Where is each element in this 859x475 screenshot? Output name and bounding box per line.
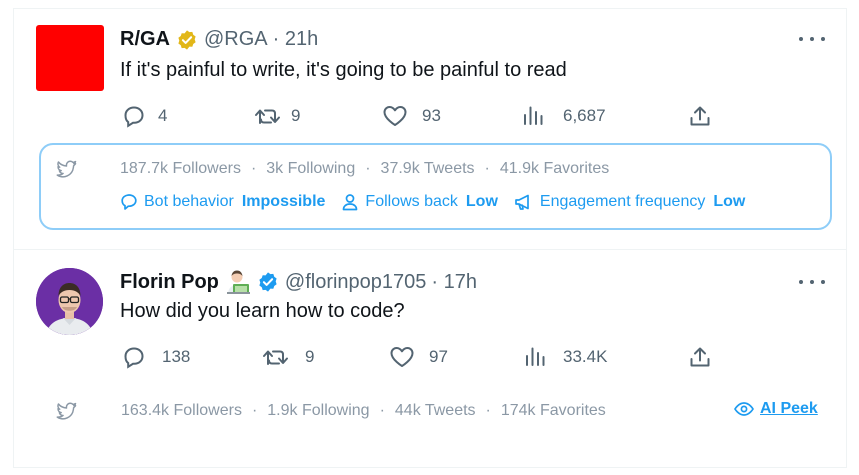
tweets-count[interactable]: 44k Tweets [395,402,476,420]
blue-verified-badge-icon [259,272,277,292]
more-options-icon[interactable] [799,35,825,43]
bot-analysis-row: Bot behavior Impossible Follows back Low… [120,193,761,211]
followers-count[interactable]: 187.7k Followers [120,160,241,178]
tweet-header: R/GA @RGA · 21h [120,28,318,51]
favorites-count[interactable]: 174k Favorites [501,402,606,420]
account-insights-panel [39,143,832,230]
view-count: 6,687 [563,106,606,125]
follows-back-label: Follows back [365,193,458,210]
handle[interactable]: @RGA [204,28,268,51]
separator: · [484,160,490,177]
avatar[interactable] [36,268,103,335]
views-button[interactable]: 6,687 [523,104,606,128]
retweet-button[interactable]: 9 [253,104,300,128]
tweet-header: Florin Pop @florinpop1705 · 17h [120,270,477,294]
reply-button[interactable]: 138 [122,345,190,369]
engagement-frequency-value: Low [713,193,746,210]
share-icon [690,106,710,126]
engagement-frequency-item[interactable]: Engagement frequency Low [514,193,745,211]
retweet-icon [255,109,280,124]
share-icon [690,347,710,367]
account-stats: 187.7k Followers · 3k Following · 37.9k … [120,160,609,178]
avatar-photo [36,268,103,335]
share-button[interactable] [688,345,712,369]
ai-peek-label: AI Peek [760,400,818,417]
tweet-text: If it's painful to write, it's going to … [120,59,567,81]
following-count[interactable]: 1.9k Following [267,402,369,420]
megaphone-icon [515,194,529,210]
separator: · [250,160,257,177]
like-count: 97 [429,347,448,366]
like-button[interactable]: 93 [382,104,441,128]
timeline-top-border [13,8,847,9]
reply-count: 138 [162,347,191,366]
separator: · [251,402,258,419]
more-options-icon[interactable] [799,278,825,286]
like-count: 93 [422,106,441,125]
reply-button[interactable]: 4 [122,104,167,128]
timestamp[interactable]: · 21h [273,28,319,51]
followers-count[interactable]: 163.4k Followers [121,402,242,420]
heart-icon [383,106,407,126]
follows-back-value: Low [465,193,498,210]
retweet-button[interactable]: 9 [261,345,314,369]
tweets-count[interactable]: 37.9k Tweets [381,160,475,178]
timestamp[interactable]: · 17h [431,271,477,294]
display-name[interactable]: R/GA [120,28,170,51]
avatar[interactable] [36,25,104,91]
gold-verified-badge-icon [178,29,196,50]
bot-behavior-item[interactable]: Bot behavior Impossible [120,193,325,211]
display-name[interactable]: Florin Pop [120,271,219,294]
tweet-divider [13,249,847,250]
engagement-frequency-label: Engagement frequency [539,193,706,210]
like-button[interactable]: 97 [389,345,448,369]
ai-peek-link[interactable]: AI Peek [734,400,818,418]
analytics-icon [526,347,545,366]
retweet-icon [263,350,288,365]
separator: · [365,160,371,177]
bird-icon [56,402,77,420]
bot-behavior-value: Impossible [241,193,326,210]
timeline-bottom-border [13,467,847,468]
view-count: 33.4K [563,347,608,366]
person-icon [343,194,358,211]
handle[interactable]: @florinpop1705 [285,271,427,294]
chat-bubble-icon [121,194,137,210]
retweet-count: 9 [305,347,315,366]
eye-icon [734,402,754,416]
retweet-count: 9 [291,106,301,125]
analytics-icon [524,106,543,125]
technologist-emoji-icon [226,270,250,294]
favorites-count[interactable]: 41.9k Favorites [500,160,609,178]
bird-icon [56,160,77,178]
reply-icon [124,106,144,128]
account-stats: 163.4k Followers · 1.9k Following · 44k … [121,402,606,420]
share-button[interactable] [688,104,712,128]
reply-count: 4 [158,106,168,125]
tweet-text: How did you learn how to code? [120,300,405,322]
bot-behavior-label: Bot behavior [144,193,234,210]
reply-icon [124,347,144,369]
following-count[interactable]: 3k Following [266,160,355,178]
separator: · [379,402,385,419]
follows-back-item[interactable]: Follows back Low [341,193,498,211]
heart-icon [390,347,414,367]
separator: · [485,402,491,419]
views-button[interactable]: 33.4K [525,345,607,369]
